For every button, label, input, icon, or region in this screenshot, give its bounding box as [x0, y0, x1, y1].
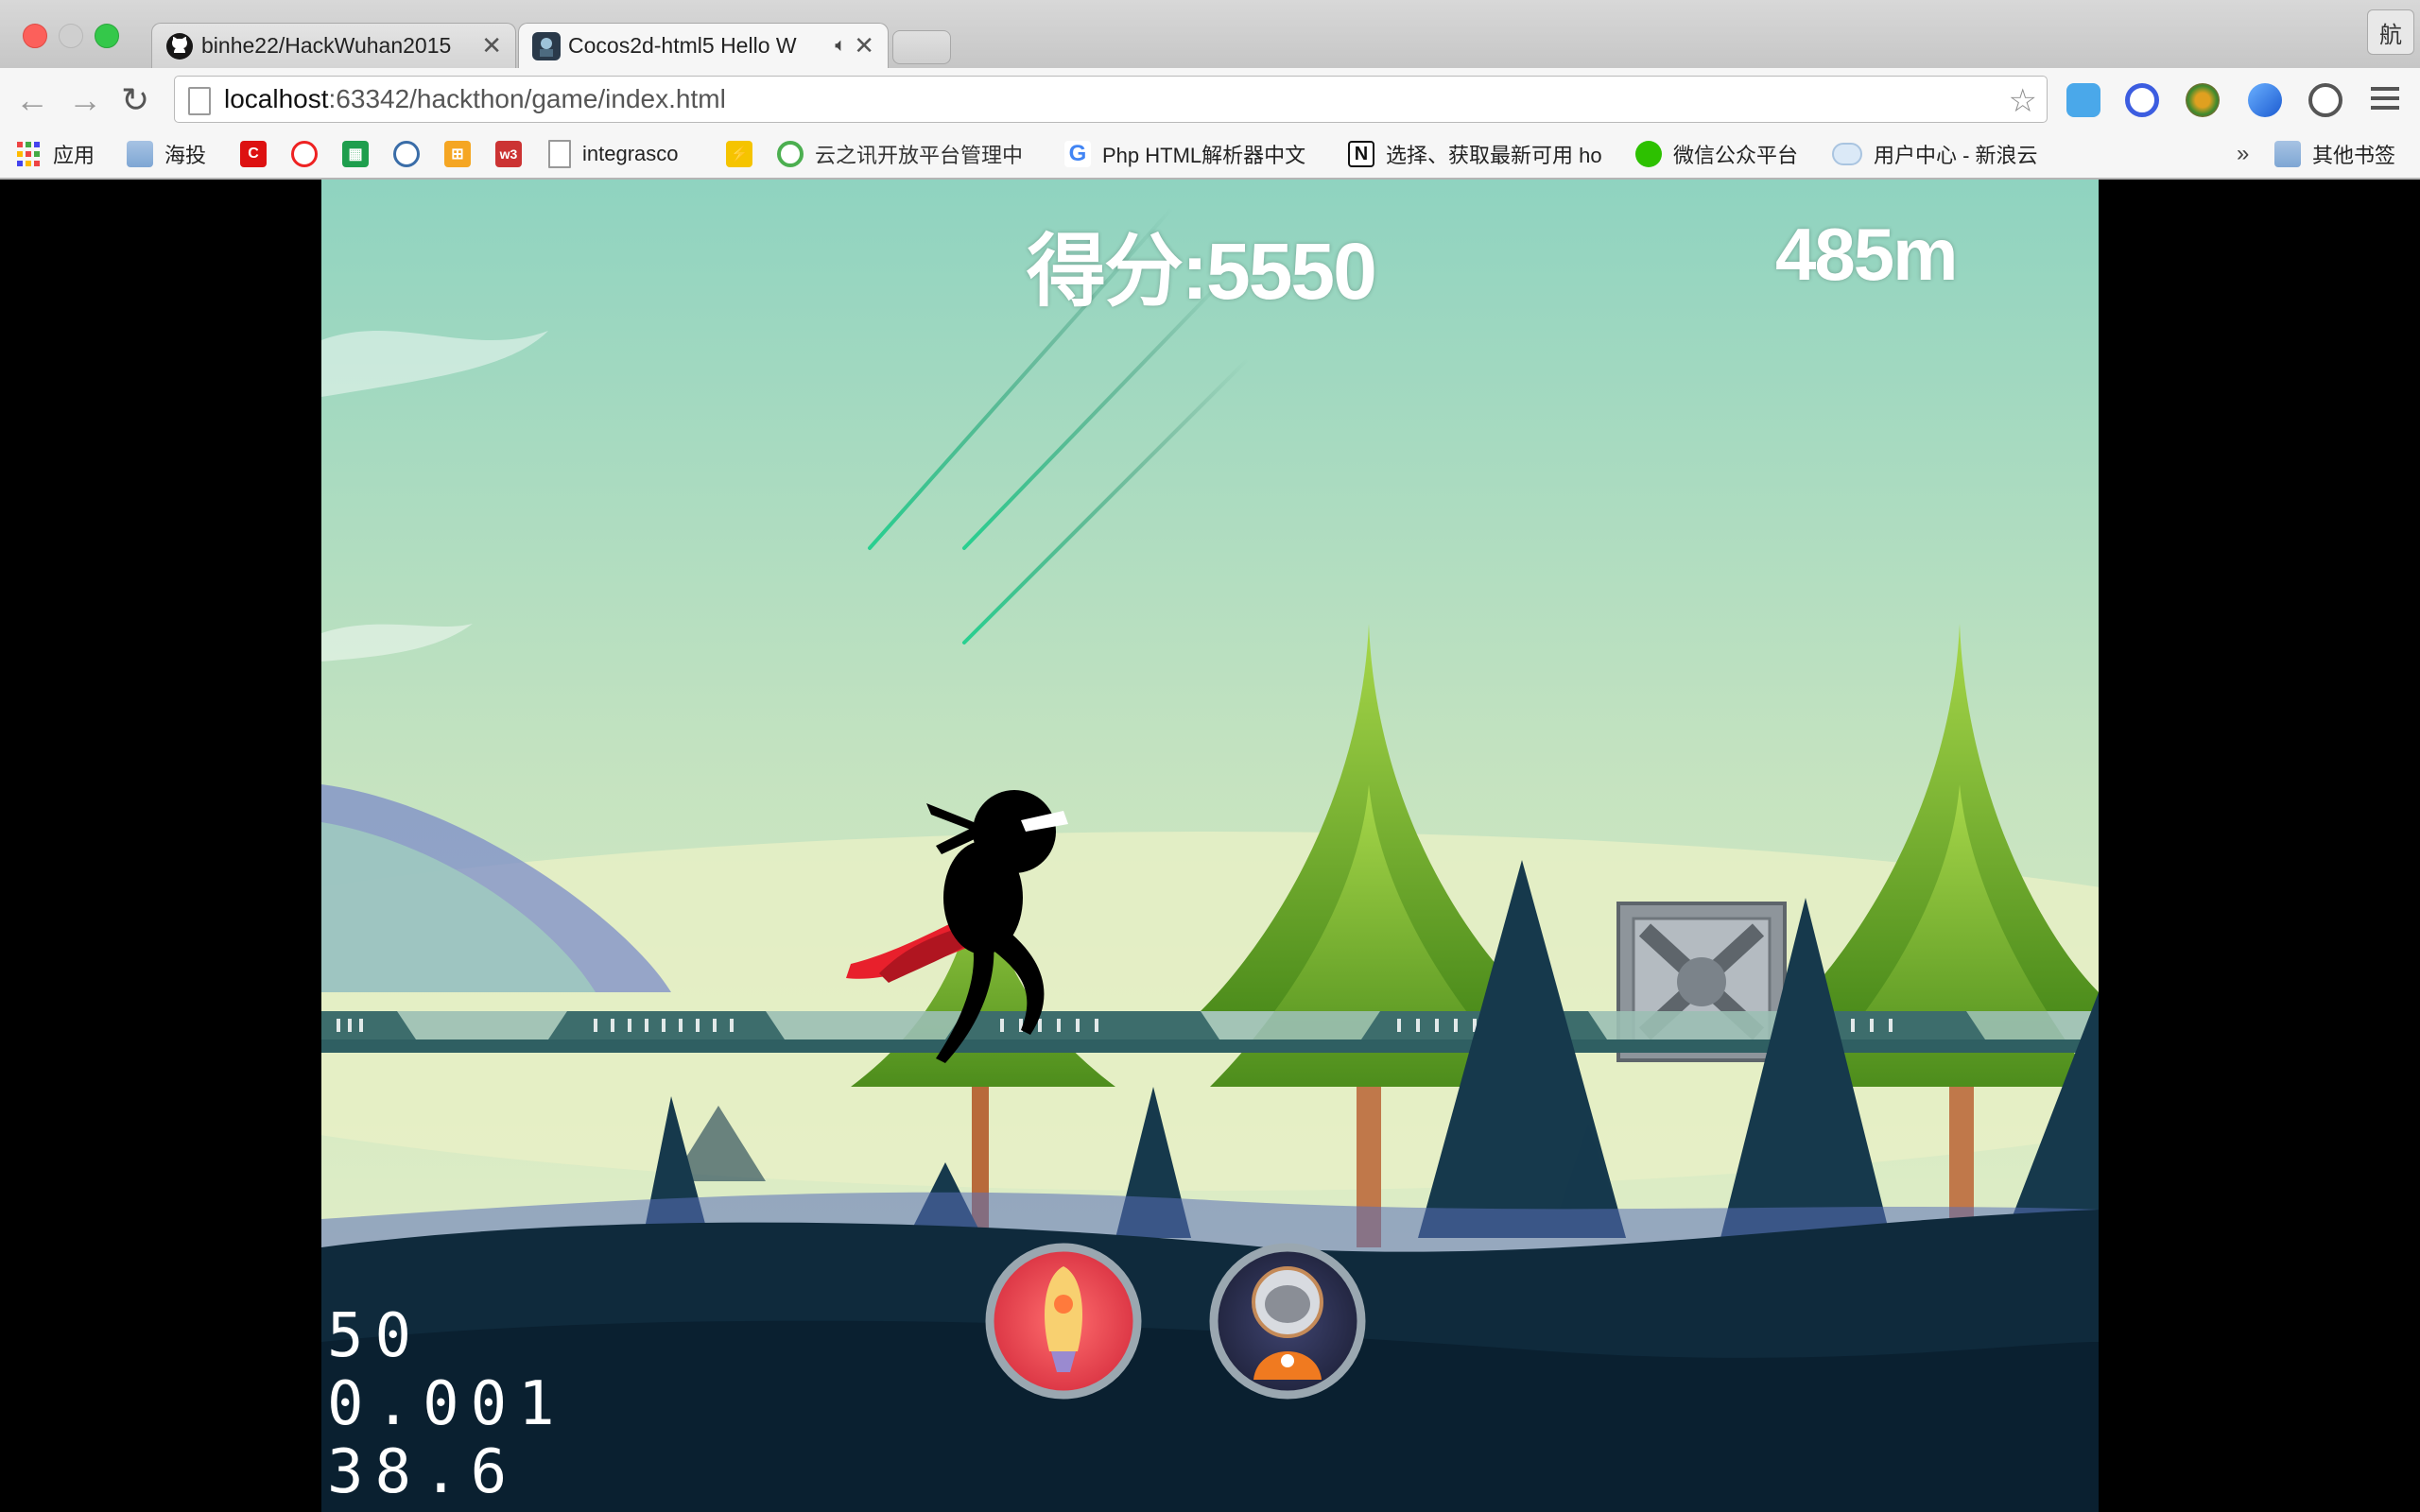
reload-icon[interactable]: ↻	[121, 83, 149, 117]
extension-feather-icon[interactable]	[2248, 83, 2282, 117]
tab-title: Cocos2d-html5 Hello W	[568, 33, 797, 58]
bookmark-label: Php HTML解析器中文	[1102, 144, 1306, 167]
rocket-powerup-button[interactable]	[985, 1243, 1142, 1400]
bookmark-php-html[interactable]: G Php HTML解析器中文	[1064, 139, 1305, 169]
bookmark-label: 选择、获取最新可用 ho	[1386, 144, 1602, 167]
zoom-window-button[interactable]	[95, 24, 119, 48]
frame-time-stat: 0.001	[327, 1369, 566, 1439]
fps-stat: 50	[327, 1301, 424, 1371]
tab-github[interactable]: binhe22/HackWuhan2015 ✕	[151, 23, 516, 68]
close-tab-icon[interactable]: ✕	[854, 31, 874, 60]
forward-icon[interactable]: →	[68, 83, 102, 117]
bookmark-w3[interactable]: w3	[495, 139, 533, 169]
bookmark-integrasco[interactable]: integrasco	[548, 139, 679, 169]
profile-button[interactable]: 航	[2367, 9, 2414, 55]
w3-icon: w3	[495, 141, 522, 167]
close-window-button[interactable]	[23, 24, 47, 48]
extension-ie-icon[interactable]	[2125, 83, 2159, 117]
url-path: :63342/hackthon/game/index.html	[328, 84, 726, 113]
wechat-icon	[1635, 141, 1662, 167]
github-icon	[165, 32, 194, 60]
cloud-icon	[1832, 143, 1862, 165]
bookmark-wechat[interactable]: 微信公众平台	[1635, 139, 1798, 169]
bookmark-label: 云之讯开放平台管理中	[815, 144, 1024, 167]
distance-label: 485m	[1775, 213, 1958, 296]
bookmark-flash[interactable]: ⚡	[726, 139, 764, 169]
yunzhixun-icon	[777, 141, 804, 167]
score-label: 得分:5550	[1027, 227, 1377, 316]
bookmark-yunzhixun[interactable]: 云之讯开放平台管理中	[777, 139, 1023, 169]
minimize-window-button[interactable]	[59, 24, 83, 48]
bookmark-hosts[interactable]: N 选择、获取最新可用 ho	[1348, 139, 1602, 169]
new-tab-button[interactable]	[892, 30, 951, 64]
cocos-icon	[532, 31, 561, 60]
astronaut-powerup-button[interactable]	[1209, 1243, 1366, 1400]
address-bar[interactable]: localhost:63342/hackthon/game/index.html…	[174, 76, 2048, 123]
bookmark-other[interactable]: 其他书签	[2274, 139, 2395, 169]
bookmark-hex[interactable]	[393, 139, 431, 169]
google-icon: G	[1064, 141, 1091, 167]
url-host: localhost	[224, 84, 329, 113]
history-icon[interactable]	[2308, 83, 2342, 117]
bookmark-sina-cloud[interactable]: 用户中心 - 新浪云	[1832, 139, 2038, 169]
bookmark-haitou[interactable]: 海投	[127, 139, 206, 169]
csdn-icon: C	[240, 141, 267, 167]
bookmark-apps[interactable]: 应用	[15, 139, 95, 169]
bookmarks-overflow-chevron[interactable]: »	[2237, 139, 2249, 169]
tab-cocos[interactable]: Cocos2d-html5 Hello W 🔈︎ ✕	[518, 23, 889, 68]
apps-grid-icon	[15, 141, 42, 167]
folder-icon	[2274, 141, 2301, 167]
sheets-icon: ▦	[342, 141, 369, 167]
weibo-icon	[291, 141, 318, 167]
bookmark-csdn[interactable]: C	[240, 139, 278, 169]
page-icon	[188, 87, 211, 115]
bookmark-sheets[interactable]: ▦	[342, 139, 380, 169]
game-scene	[321, 180, 2099, 1512]
tab-title: binhe22/HackWuhan2015	[201, 33, 452, 58]
flash-icon: ⚡	[726, 141, 752, 167]
page-icon	[548, 140, 571, 168]
bookmark-orange[interactable]: ⊞	[444, 139, 482, 169]
menu-icon[interactable]	[2371, 87, 2399, 110]
extension-note-icon[interactable]	[2066, 83, 2100, 117]
speaker-icon[interactable]: 🔈︎	[835, 35, 846, 57]
draw-calls-stat: 38.6	[327, 1437, 519, 1507]
back-icon[interactable]: ←	[15, 83, 49, 117]
bookmark-label: 海投	[164, 144, 207, 167]
bookmark-label: 用户中心 - 新浪云	[1874, 144, 2038, 167]
bookmark-label: 微信公众平台	[1673, 144, 1799, 167]
extension-colorful-icon[interactable]	[2186, 83, 2220, 117]
star-icon[interactable]: ☆	[2009, 82, 2037, 120]
bookmark-label: 其他书签	[2312, 144, 2396, 167]
game-canvas[interactable]: 得分:5550 485m 50 0.001 38.6	[321, 180, 2099, 1512]
hex-icon	[393, 141, 420, 167]
tab-strip: binhe22/HackWuhan2015 ✕ Cocos2d-html5 He…	[0, 0, 2420, 68]
bookmark-weibo[interactable]	[291, 139, 329, 169]
bookmark-label: 应用	[53, 144, 95, 167]
close-tab-icon[interactable]: ✕	[481, 31, 502, 60]
orange-grid-icon: ⊞	[444, 141, 471, 167]
n-icon: N	[1348, 141, 1374, 167]
bookmark-label: integrasco	[582, 142, 679, 165]
folder-icon	[127, 141, 153, 167]
